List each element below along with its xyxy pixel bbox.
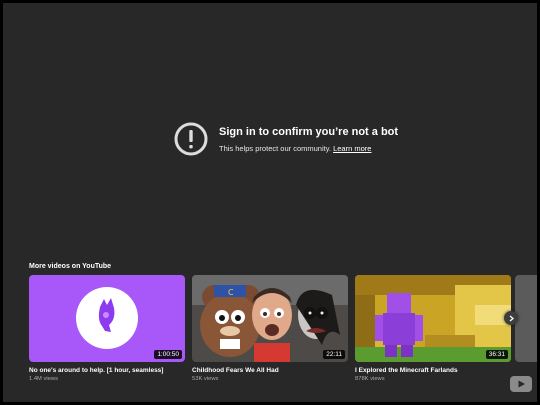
video-card[interactable]: 36:31 I Explored the Minecraft Farlands …: [355, 275, 511, 382]
next-video-card-partial[interactable]: [515, 275, 537, 362]
notice-subtitle: This helps protect our community. Learn …: [219, 144, 398, 153]
faces-thumbnail-art: C: [192, 275, 348, 362]
chevron-right-icon: [509, 315, 514, 321]
notice-subtitle-text: This helps protect our community.: [219, 143, 331, 153]
video-thumbnail[interactable]: C 22:11: [192, 275, 348, 362]
embed-frame: Sign in to confirm you’re not a bot This…: [3, 3, 537, 402]
bot-check-notice: Sign in to confirm you’re not a bot This…: [173, 121, 398, 157]
notice-text: Sign in to confirm you’re not a bot This…: [219, 126, 398, 153]
video-views: 878K views: [355, 376, 385, 382]
video-card[interactable]: C 22:11 Childhood Fears We All Had 53K v…: [192, 275, 348, 382]
svg-text:C: C: [228, 288, 234, 297]
alert-circle-icon: [174, 122, 208, 156]
video-thumbnail[interactable]: 1:00:50: [29, 275, 185, 362]
notice-title: Sign in to confirm you’re not a bot: [219, 125, 399, 138]
more-videos-list: 1:00:50 No one's around to help. [1 hour…: [29, 275, 511, 382]
video-duration: 1:00:50: [154, 350, 182, 359]
video-duration: 22:11: [323, 350, 345, 359]
video-thumbnail[interactable]: 36:31: [355, 275, 511, 362]
video-card[interactable]: 1:00:50 No one's around to help. [1 hour…: [29, 275, 185, 382]
video-duration: 36:31: [485, 350, 508, 359]
purple-thumbnail-art: [29, 275, 185, 362]
video-title[interactable]: Childhood Fears We All Had: [192, 367, 348, 374]
video-views: 1.4M views: [29, 376, 58, 382]
more-videos-heading: More videos on YouTube: [29, 263, 112, 270]
video-views: 53K views: [192, 376, 219, 382]
video-title[interactable]: No one's around to help. [1 hour, seamle…: [29, 367, 185, 374]
learn-more-link[interactable]: Learn more: [333, 144, 371, 153]
video-title[interactable]: I Explored the Minecraft Farlands: [355, 367, 511, 374]
minecraft-thumbnail-art: [355, 275, 511, 362]
carousel-next-button[interactable]: [504, 311, 518, 325]
youtube-logo-icon[interactable]: [510, 376, 532, 392]
